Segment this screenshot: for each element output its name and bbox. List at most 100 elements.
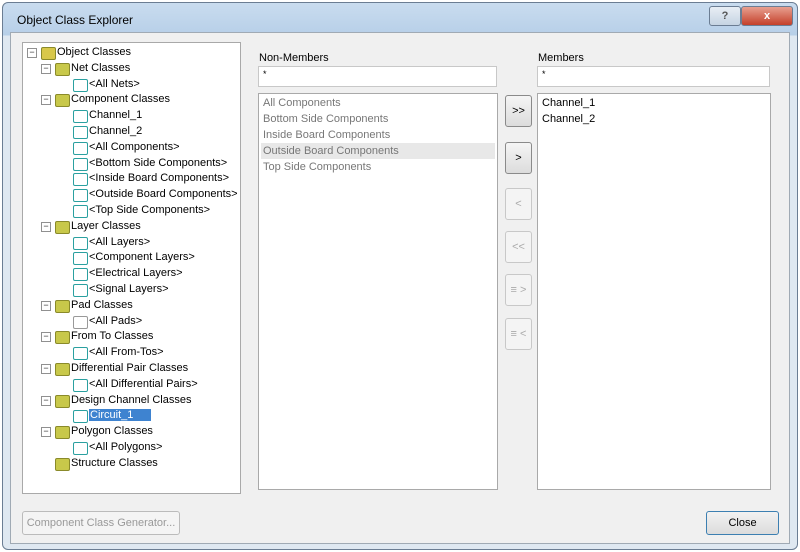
tree-node[interactable]: <Inside Board Components> [57, 171, 230, 187]
tree-node-label: <Component Layers> [89, 251, 195, 264]
window-title: Object Class Explorer [17, 13, 134, 27]
tree-node[interactable]: <All Components> [57, 140, 180, 155]
close-button[interactable]: Close [706, 511, 779, 535]
tree-node-label: Layer Classes [71, 219, 141, 232]
net-icon [73, 78, 88, 92]
tree-node[interactable]: − Layer Classes [41, 219, 141, 234]
tree-node[interactable]: Channel_2 [57, 124, 142, 139]
tree-node[interactable]: <All Layers> [57, 235, 150, 250]
component-class-generator-button[interactable]: Component Class Generator... [22, 511, 180, 535]
tree-node-label: Channel_2 [89, 125, 143, 137]
tree-node[interactable]: <All From-Tos> [57, 345, 164, 361]
tree-node[interactable]: − From To Classes [41, 329, 154, 345]
tree-node[interactable]: <Signal Layers> [57, 282, 169, 297]
component-icon [73, 157, 88, 171]
members-label: Members [538, 52, 584, 64]
channel-icon [73, 410, 88, 424]
tree-node[interactable]: Circuit_1 [57, 408, 152, 424]
tree-node-label: <Outside Board Components> [89, 188, 238, 201]
tree-node[interactable]: <All Polygons> [57, 440, 162, 455]
add-button[interactable]: > [505, 142, 532, 174]
folder-net-icon [55, 62, 70, 76]
expand-collapse-toggle[interactable]: − [41, 427, 51, 438]
tree-node-label: <All From-Tos> [89, 346, 164, 359]
tree-node-label: From To Classes [71, 330, 154, 343]
tree-node[interactable]: − Design Channel Classes [41, 393, 191, 408]
add-class-button[interactable]: ≡ > [505, 274, 532, 306]
tree-node-label: Channel_1 [89, 109, 143, 122]
polygon-icon [73, 442, 88, 455]
expand-collapse-toggle[interactable]: − [41, 395, 51, 406]
member-item[interactable]: Channel_2 [540, 111, 768, 127]
component-icon [73, 173, 88, 187]
tree-node-label: Circuit_1 [89, 409, 152, 422]
tree-node-label: Object Classes [57, 46, 131, 58]
folder-diffpair-icon [55, 363, 70, 376]
remove-button[interactable]: < [505, 188, 532, 220]
non-member-item[interactable]: Outside Board Components [261, 143, 495, 159]
folder-channel-icon [55, 394, 70, 408]
component-icon [73, 205, 88, 218]
tree-node[interactable]: <Outside Board Components> [57, 187, 238, 203]
expand-collapse-toggle[interactable]: − [41, 95, 51, 106]
expand-collapse-toggle[interactable]: − [41, 364, 51, 374]
tree-node[interactable]: <All Differential Pairs> [57, 377, 198, 392]
expand-collapse-toggle[interactable]: − [41, 63, 51, 74]
remove-class-button[interactable]: ≡ < [505, 318, 532, 350]
tree-node[interactable]: <Bottom Side Components> [57, 156, 227, 171]
non-members-filter-input[interactable]: * [258, 66, 497, 87]
tree-node-label: Pad Classes [71, 298, 133, 311]
expand-collapse-toggle[interactable]: − [41, 221, 51, 232]
tree-node-label: Design Channel Classes [71, 393, 192, 406]
tree-node[interactable]: <Top Side Components> [57, 203, 210, 218]
non-member-item[interactable]: Inside Board Components [261, 127, 495, 143]
tree-node[interactable]: <All Nets> [57, 77, 140, 92]
structure-icon [55, 457, 70, 471]
tree-node[interactable]: − Pad Classes [41, 298, 133, 313]
non-member-item[interactable]: Bottom Side Components [261, 111, 495, 127]
tree-node-label: <All Differential Pairs> [89, 377, 198, 390]
tree-node[interactable]: − Object Classes [27, 45, 131, 60]
tree-node-label: <Inside Board Components> [89, 172, 230, 185]
tree-node[interactable]: Structure Classes [41, 456, 158, 471]
layer-icon [73, 252, 88, 266]
tree-node[interactable]: − Component Classes [41, 92, 170, 108]
tree-node[interactable]: Channel_1 [57, 108, 143, 124]
close-window-button[interactable]: x [741, 6, 793, 26]
tree-node[interactable]: − Polygon Classes [41, 424, 153, 440]
expand-collapse-toggle[interactable]: − [41, 332, 51, 343]
tree-node[interactable]: − Differential Pair Classes [41, 361, 188, 376]
member-item[interactable]: Channel_1 [540, 95, 768, 111]
help-button[interactable]: ? [709, 6, 741, 26]
tree-node-label: <All Layers> [89, 235, 151, 248]
component-icon [73, 126, 88, 139]
members-list[interactable]: Channel_1 Channel_2 [537, 93, 771, 490]
tree-node[interactable]: <Component Layers> [57, 250, 195, 266]
tree-node-label: <All Components> [89, 140, 180, 153]
tree-node-label: <Top Side Components> [89, 204, 211, 216]
tree-node-label: Structure Classes [71, 456, 158, 469]
add-all-button[interactable]: >> [505, 95, 532, 127]
folder-image-icon [41, 47, 56, 60]
tree-node[interactable]: <All Pads> [57, 314, 142, 329]
expand-collapse-toggle[interactable]: − [41, 300, 51, 311]
expand-collapse-toggle[interactable]: − [27, 48, 37, 58]
tree-node-label: <Electrical Layers> [89, 267, 183, 280]
diffpair-icon [73, 378, 88, 392]
folder-pad-icon [55, 299, 70, 313]
non-member-item[interactable]: Top Side Components [261, 159, 495, 175]
class-tree[interactable]: − Object Classes − Net Classes <All Nets> − Co… [22, 42, 241, 494]
folder-component-icon [55, 94, 70, 108]
members-filter-input[interactable]: * [537, 66, 770, 87]
layer-icon [73, 236, 88, 250]
folder-polygon-icon [55, 426, 70, 440]
tree-node-label: Differential Pair Classes [71, 362, 189, 374]
tree-node[interactable]: − Net Classes [41, 61, 130, 76]
tree-node-label: Polygon Classes [71, 425, 153, 438]
tree-node-label: Net Classes [71, 61, 131, 74]
layer-icon [73, 268, 88, 282]
non-members-list[interactable]: All Components Bottom Side Components Insi… [258, 93, 498, 490]
non-member-item[interactable]: All Components [261, 95, 495, 111]
remove-all-button[interactable]: << [505, 231, 532, 263]
tree-node[interactable]: <Electrical Layers> [57, 266, 183, 282]
